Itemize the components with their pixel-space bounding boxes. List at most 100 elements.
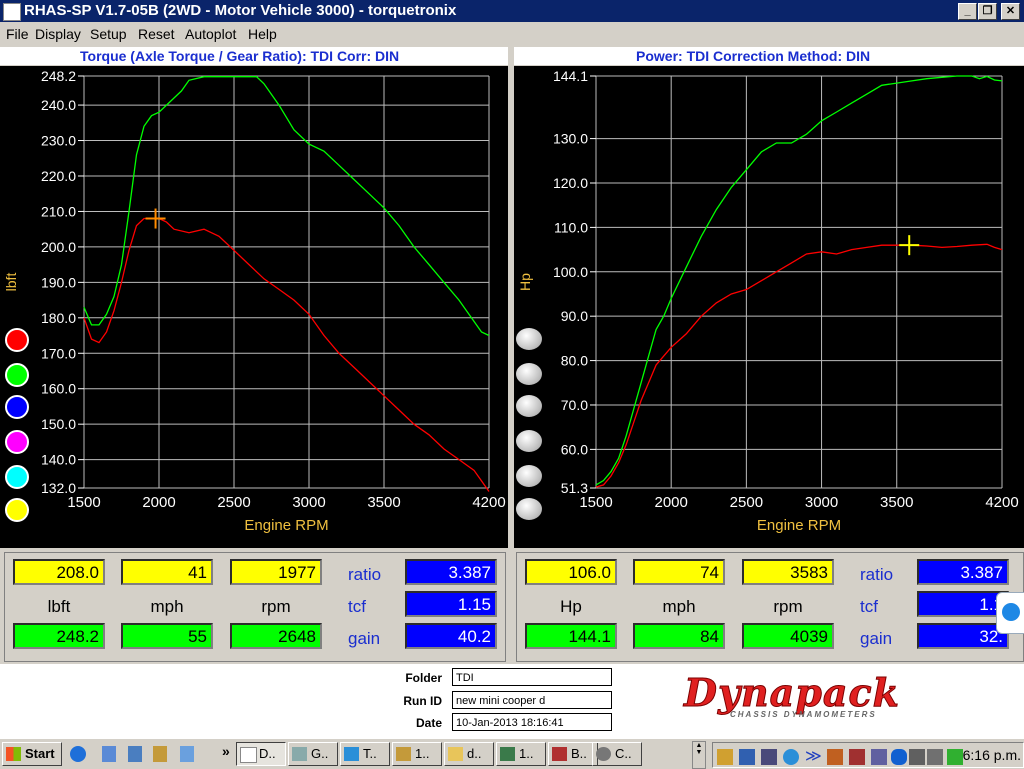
curve-toggle-6[interactable] xyxy=(516,498,542,520)
power-ratio-value: 3.387 xyxy=(917,559,1009,585)
taskbar-button-label: 1.. xyxy=(519,746,534,761)
clock[interactable]: 6:16 p.m. xyxy=(961,747,1021,763)
taskbar-button-label: d.. xyxy=(467,746,482,761)
taskbar-button-3[interactable]: T.. xyxy=(340,742,390,766)
curve-color-swatch[interactable] xyxy=(5,498,29,522)
power-panel-header: Power: TDI Correction Method: DIN xyxy=(514,47,1024,65)
y-tick-label: 248.2 xyxy=(41,68,76,84)
torque-readout-panel: 208.0 41 1977 ratio 3.387 lbft mph rpm t… xyxy=(4,552,506,662)
bluetooth-icon[interactable] xyxy=(891,749,907,765)
x-tick-label: 3500 xyxy=(367,494,400,511)
folder-icon xyxy=(448,747,463,761)
remote-support-icon xyxy=(1002,603,1020,621)
series-line-0 xyxy=(595,75,1003,486)
peak-power-rpm-value: 4039 xyxy=(742,623,834,649)
folder-field[interactable]: TDI xyxy=(452,668,612,686)
taskbar-button-5[interactable]: d.. xyxy=(444,742,494,766)
y-tick-label: 110.0 xyxy=(554,219,588,235)
x-tick-label: 4200 xyxy=(985,494,1018,511)
menu-help[interactable]: Help xyxy=(248,26,277,42)
tray-icon-6[interactable] xyxy=(827,749,843,765)
curve-toggle-5[interactable] xyxy=(516,465,542,487)
y-tick-label: 160.0 xyxy=(41,381,76,397)
taskbar-button-8[interactable]: C.. xyxy=(592,742,642,766)
power-chart[interactable]: 1500 2000 2500 3000 3500 4200 144.1 130.0 120.0 1… xyxy=(514,66,1024,548)
tray-arrow-icon[interactable]: ≫ xyxy=(805,749,822,765)
y-tick-label: 140.0 xyxy=(41,452,76,468)
run-info-area: Folder TDI Run ID new mini cooper d Date… xyxy=(0,664,1024,738)
x-tick-label: 3500 xyxy=(880,494,913,511)
curve-toggle-2[interactable] xyxy=(516,363,542,385)
taskbar-button-2[interactable]: G.. xyxy=(288,742,338,766)
gear-icon xyxy=(596,747,611,761)
quicklaunch-icon-5[interactable] xyxy=(180,746,194,762)
remote-support-tab[interactable] xyxy=(996,592,1024,634)
curve-color-swatch[interactable] xyxy=(5,363,29,387)
curve-toggle-3[interactable] xyxy=(516,395,542,417)
tcf-label: tcf xyxy=(348,597,366,616)
y-tick-label: 180.0 xyxy=(41,310,76,326)
curve-color-swatch[interactable] xyxy=(5,395,29,419)
tray-icon-8[interactable] xyxy=(871,749,887,765)
start-button[interactable]: Start xyxy=(2,742,62,766)
minimize-button[interactable]: _ xyxy=(958,3,977,20)
tray-scroll-arrows[interactable]: ▲ ▼ xyxy=(692,741,706,769)
taskbar-button-1[interactable]: D.. xyxy=(236,742,286,766)
curve-toggle-1[interactable] xyxy=(516,328,542,350)
menu-reset[interactable]: Reset xyxy=(138,26,175,42)
x-tick-label: 1500 xyxy=(579,494,612,511)
torque-chart[interactable]: 1500 2000 2500 3000 3500 4200 248.2 240.0 230.0 2… xyxy=(0,66,508,548)
restore-button[interactable]: ❐ xyxy=(978,3,997,20)
quicklaunch-icon-4[interactable] xyxy=(153,746,167,762)
taskbar-app-icon xyxy=(552,747,567,761)
torque-panel-header: Torque (Axle Torque / Gear Ratio): TDI C… xyxy=(0,47,508,65)
tray-icon-2[interactable] xyxy=(739,749,755,765)
ratio-value: 3.387 xyxy=(405,559,497,585)
menu-autoplot[interactable]: Autoplot xyxy=(185,26,236,42)
series-line-1 xyxy=(595,243,1003,488)
network-icon[interactable] xyxy=(909,749,925,765)
y-tick-label: 170.0 xyxy=(41,345,76,361)
curve-toggle-4[interactable] xyxy=(516,430,542,452)
x-tick-label: 1500 xyxy=(67,494,100,511)
tray-icon-7[interactable] xyxy=(849,749,865,765)
tray-icon-1[interactable] xyxy=(717,749,733,765)
quicklaunch-chevron-icon[interactable]: » xyxy=(222,743,230,759)
dyno-app-icon xyxy=(240,747,257,763)
date-field[interactable]: 10-Jan-2013 18:16:41 xyxy=(452,713,612,731)
x-tick-label: 2500 xyxy=(730,494,763,511)
x-tick-label: 4200 xyxy=(472,494,505,511)
y-tick-label: 60.0 xyxy=(561,441,588,457)
quicklaunch-icon-3[interactable] xyxy=(128,746,142,762)
x-tick-label: 3000 xyxy=(292,494,325,511)
curve-color-swatch[interactable] xyxy=(5,430,29,454)
gain-value: 40.2 xyxy=(405,623,497,649)
peak-power-speed-value: 84 xyxy=(633,623,725,649)
power-rpm-value: 3583 xyxy=(742,559,834,585)
menu-bar: File Display Setup Reset Autoplot Help xyxy=(0,22,1024,44)
menu-setup[interactable]: Setup xyxy=(90,26,127,42)
curve-color-swatch[interactable] xyxy=(5,465,29,489)
taskbar-button-7[interactable]: B.. xyxy=(548,742,598,766)
peak-torque-value: 248.2 xyxy=(13,623,105,649)
curve-color-swatch[interactable] xyxy=(5,328,29,352)
runid-field[interactable]: new mini cooper d xyxy=(452,691,612,709)
system-tray: ≫ 6:16 p.m. xyxy=(712,742,1024,768)
app-icon[interactable] xyxy=(3,3,21,21)
y-tick-label: 230.0 xyxy=(41,133,76,149)
x-tick-label: 2000 xyxy=(142,494,175,511)
quicklaunch-icon-2[interactable] xyxy=(102,746,116,762)
menu-file[interactable]: File xyxy=(6,26,29,42)
runid-label: Run ID xyxy=(403,694,442,708)
taskbar-button-4[interactable]: 1.. xyxy=(392,742,442,766)
y-tick-label: 90.0 xyxy=(561,308,588,324)
tray-icon-3[interactable] xyxy=(761,749,777,765)
teamviewer-tray-icon[interactable] xyxy=(783,749,799,765)
taskbar-button-label: C.. xyxy=(615,746,632,761)
speaker-icon[interactable] xyxy=(927,749,943,765)
menu-display[interactable]: Display xyxy=(35,26,81,42)
taskbar-button-6[interactable]: 1.. xyxy=(496,742,546,766)
close-button[interactable]: ✕ xyxy=(1001,3,1020,20)
x-axis-label: Engine RPM xyxy=(757,517,841,534)
ie-icon[interactable] xyxy=(70,746,86,762)
